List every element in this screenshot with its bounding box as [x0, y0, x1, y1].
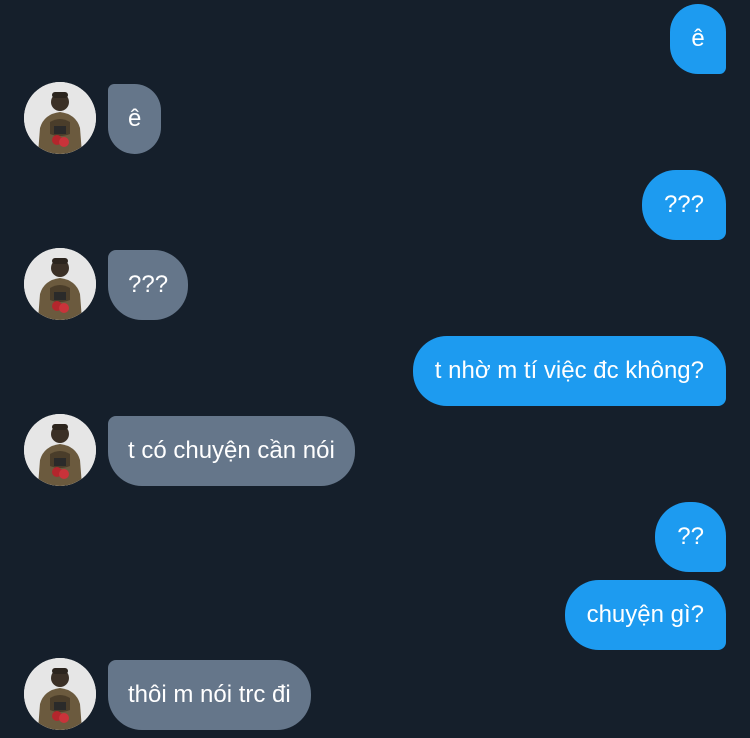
- message-bubble-incoming[interactable]: thôi m nói trc đi: [108, 660, 311, 730]
- person-avatar-icon: [24, 414, 96, 486]
- message-bubble-outgoing[interactable]: chuyện gì?: [564, 580, 726, 650]
- avatar[interactable]: [24, 658, 96, 730]
- person-avatar-icon: [24, 658, 96, 730]
- avatar[interactable]: [24, 82, 96, 154]
- person-avatar-icon: [24, 82, 96, 154]
- message-bubble-outgoing[interactable]: ê: [670, 4, 726, 74]
- message-bubble-outgoing[interactable]: ???: [641, 170, 726, 240]
- avatar[interactable]: [24, 248, 96, 320]
- conversation-thread: ê ê ??? ??? t nhờ m tí việc đc không? t …: [0, 0, 750, 738]
- message-bubble-outgoing[interactable]: ??: [655, 502, 726, 572]
- message-bubble-incoming[interactable]: t có chuyện cần nói: [108, 416, 355, 486]
- message-bubble-incoming[interactable]: ê: [108, 84, 162, 154]
- avatar[interactable]: [24, 414, 96, 486]
- message-bubble-incoming[interactable]: ???: [108, 250, 189, 320]
- message-bubble-outgoing[interactable]: t nhờ m tí việc đc không?: [412, 336, 726, 406]
- person-avatar-icon: [24, 248, 96, 320]
